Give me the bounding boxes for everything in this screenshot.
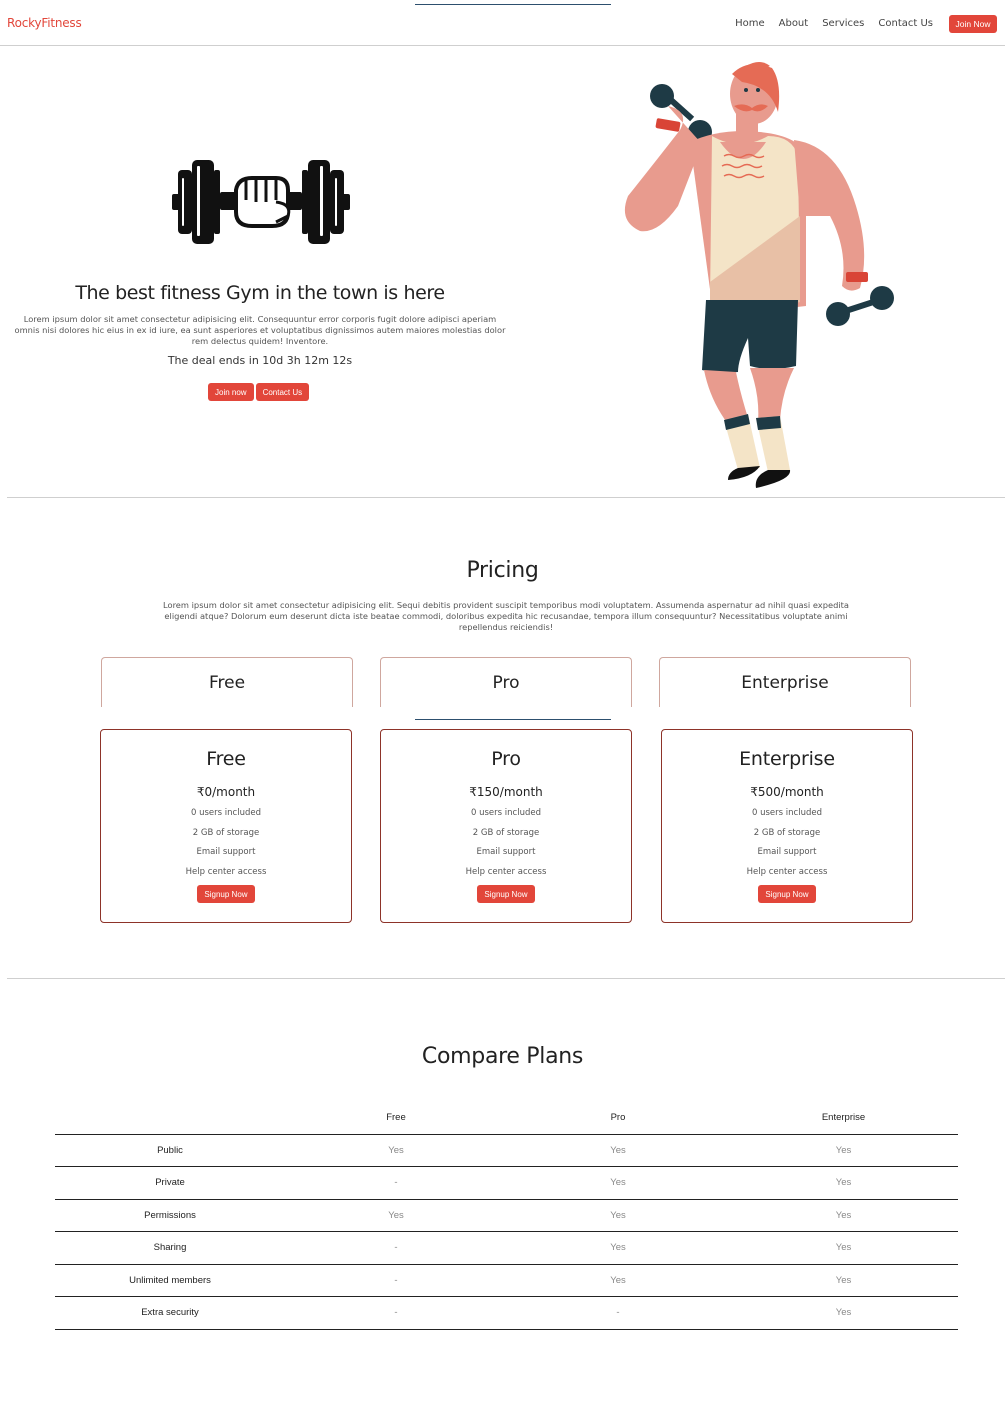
plan-feature: Help center access [185,866,267,877]
table-cell: Yes [507,1231,729,1265]
row-label: Public [55,1134,285,1167]
table-cell: Yes [507,1264,729,1297]
row-label: Extra security [55,1296,285,1330]
join-now-button[interactable]: Join Now [949,15,997,33]
plan-feature: 0 users included [191,808,261,818]
table-cell: Yes [729,1264,958,1297]
row-label: Private [55,1166,285,1200]
plan-price: ₹0/month [196,785,256,799]
table-row: Unlimited members - Yes Yes [55,1264,958,1297]
hero-buttons: Join now Contact Us [208,383,310,401]
tab-pro[interactable]: Pro [380,657,632,707]
table-cell: Yes [729,1134,958,1167]
plan-feature: Help center access [746,866,828,877]
table-row: Public Yes Yes Yes [55,1134,958,1167]
plan-feature: 0 users included [471,808,541,818]
table-cell: - [285,1264,507,1297]
nav-link-home[interactable]: Home [735,18,765,29]
row-label: Permissions [55,1199,285,1232]
table-cell: Yes [729,1296,958,1330]
pricing-tabs: Free Pro Enterprise [0,657,1005,707]
table-cell: Yes [285,1199,507,1232]
compare-title: Compare Plans [421,1044,584,1069]
tab-free[interactable]: Free [101,657,353,707]
hero-title: The best fitness Gym in the town is here [75,282,445,304]
pricing-description: Lorem ipsum dolor sit amet consectetur a… [163,600,849,632]
hero-description: Lorem ipsum dolor sit amet consectetur a… [14,314,506,346]
plan-feature: 0 users included [752,808,822,818]
table-cell: Yes [507,1134,729,1167]
plan-name: Pro [491,748,521,770]
plan-feature: Email support [196,847,256,858]
hero-join-button[interactable]: Join now [208,383,254,401]
column-header-free: Free [285,1101,507,1135]
signup-button-enterprise[interactable]: Signup Now [758,885,816,904]
table-cell: - [507,1296,729,1330]
pricing-card-enterprise: Enterprise ₹500/month 0 users included 2… [661,729,913,923]
plan-feature: Email support [757,847,817,858]
compare-table: Free Pro Enterprise Public Yes Yes Yes P… [55,1101,958,1330]
table-cell: Yes [507,1166,729,1200]
pricing-card-pro: Pro ₹150/month 0 users included 2 GB of … [380,729,632,923]
table-cell: - [285,1231,507,1265]
plan-feature: 2 GB of storage [192,827,260,838]
plan-name: Free [206,748,246,770]
plan-feature: Help center access [465,866,547,877]
signup-button-pro[interactable]: Signup Now [477,885,535,904]
deal-countdown: The deal ends in 10d 3h 12m 12s [167,354,353,367]
hero-contact-button[interactable]: Contact Us [255,383,310,401]
column-header [55,1101,285,1135]
table-cell: Yes [729,1166,958,1200]
section-divider [7,497,1005,498]
pricing-title: Pricing [466,558,539,583]
row-label: Unlimited members [55,1264,285,1297]
table-row: Sharing - Yes Yes [55,1231,958,1265]
column-header-enterprise: Enterprise [729,1101,958,1135]
dumbbell-fist-icon [172,160,350,244]
brand-logo[interactable]: RockyFitness [7,16,82,30]
athlete-illustration [624,62,894,488]
plan-price: ₹500/month [750,785,824,799]
tab-enterprise[interactable]: Enterprise [659,657,911,707]
table-row: Permissions Yes Yes Yes [55,1199,958,1232]
table-cell: Yes [285,1134,507,1167]
tab-focus-indicator [415,719,611,720]
nav-link-about[interactable]: About [779,18,809,29]
pricing-card-free: Free ₹0/month 0 users included 2 GB of s… [100,729,352,923]
plan-feature: Email support [476,847,536,858]
table-cell: Yes [507,1199,729,1232]
plan-feature: 2 GB of storage [753,827,821,838]
nav-links: Home About Services Contact Us [735,18,933,29]
column-header-pro: Pro [507,1101,729,1135]
table-cell: Yes [729,1199,958,1232]
table-cell: - [285,1296,507,1330]
section-divider [7,978,1005,979]
nav-link-services[interactable]: Services [822,18,864,29]
navbar: RockyFitness Home About Services Contact… [0,0,1005,46]
plan-feature: 2 GB of storage [472,827,540,838]
nav-link-contact[interactable]: Contact Us [878,18,933,29]
row-label: Sharing [55,1231,285,1265]
table-cell: - [285,1166,507,1200]
plan-name: Enterprise [739,748,835,770]
table-row: Extra security - - Yes [55,1296,958,1330]
table-row: Private - Yes Yes [55,1166,958,1200]
signup-button-free[interactable]: Signup Now [197,885,255,904]
plan-price: ₹150/month [469,785,543,799]
table-cell: Yes [729,1231,958,1265]
table-header-row: Free Pro Enterprise [55,1101,958,1135]
